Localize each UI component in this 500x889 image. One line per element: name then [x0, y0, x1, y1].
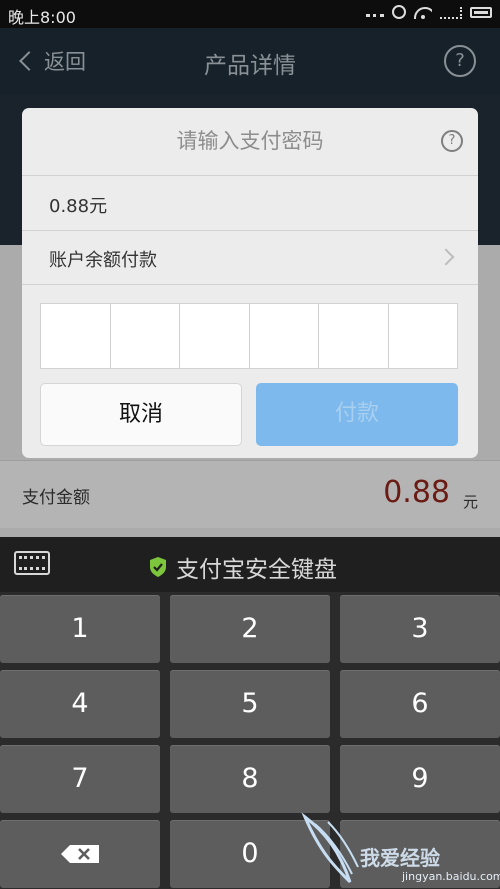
keyboard-header: 支付宝安全键盘 [0, 537, 500, 592]
password-digit-box [319, 304, 389, 368]
password-digit-box [111, 304, 180, 368]
status-time: 晚上8:00 [8, 8, 76, 27]
signal-icon [440, 7, 462, 19]
key-5[interactable]: 5 [170, 670, 330, 738]
key-2[interactable]: 2 [170, 595, 330, 663]
keyboard-title-text: 支付宝安全键盘 [176, 557, 337, 583]
amount-row: 0.88元 [22, 176, 478, 231]
chevron-right-icon [437, 248, 455, 266]
pay-amount-row: 支付金额 0.88 元 [0, 460, 500, 528]
dialog-title: 请输入支付密码 [22, 108, 478, 176]
payment-method-label: 账户余额付款 [49, 250, 157, 271]
pay-amount-unit: 元 [462, 493, 478, 511]
shield-check-icon [150, 557, 166, 577]
password-input[interactable] [40, 303, 458, 369]
watermark-url: jingyan.baidu.com [402, 870, 500, 883]
watermark-text: 我爱经验 [360, 846, 440, 870]
battery-icon [470, 6, 492, 18]
status-icons [366, 5, 492, 19]
payment-amount: 0.88元 [49, 196, 108, 217]
watermark: 我爱经验 jingyan.baidu.com [300, 812, 500, 889]
key-8[interactable]: 8 [170, 745, 330, 813]
key-3[interactable]: 3 [340, 595, 500, 663]
password-digit-box [41, 304, 111, 368]
keyboard-icon[interactable] [14, 551, 50, 575]
page-title: 产品详情 [204, 53, 296, 79]
cancel-button[interactable]: 取消 [40, 383, 242, 446]
wifi-icon [414, 5, 432, 19]
help-icon[interactable]: ? [441, 130, 463, 152]
key-6[interactable]: 6 [340, 670, 500, 738]
pay-button[interactable]: 付款 [256, 383, 458, 446]
key-9[interactable]: 9 [340, 745, 500, 813]
keyboard-title: 支付宝安全键盘 [148, 550, 337, 584]
help-icon[interactable]: ? [444, 45, 476, 77]
password-digit-box [180, 304, 250, 368]
payment-method-row[interactable]: 账户余额付款 [22, 231, 478, 285]
payment-password-dialog: 请输入支付密码 ? 0.88元 账户余额付款 取消 付款 [22, 108, 478, 458]
backspace-icon [61, 845, 99, 863]
password-digit-box [250, 304, 319, 368]
notification-dots-icon [366, 14, 384, 18]
delete-key[interactable] [0, 820, 160, 888]
password-digit-box [389, 304, 458, 368]
key-4[interactable]: 4 [0, 670, 160, 738]
pay-amount-label: 支付金额 [22, 488, 90, 508]
key-7[interactable]: 7 [0, 745, 160, 813]
status-bar: 晚上8:00 [0, 0, 500, 28]
alarm-icon [392, 5, 406, 19]
key-1[interactable]: 1 [0, 595, 160, 663]
app-header: 返回 产品详情 ? [0, 28, 500, 95]
pay-amount-value: 0.88 [383, 475, 450, 510]
